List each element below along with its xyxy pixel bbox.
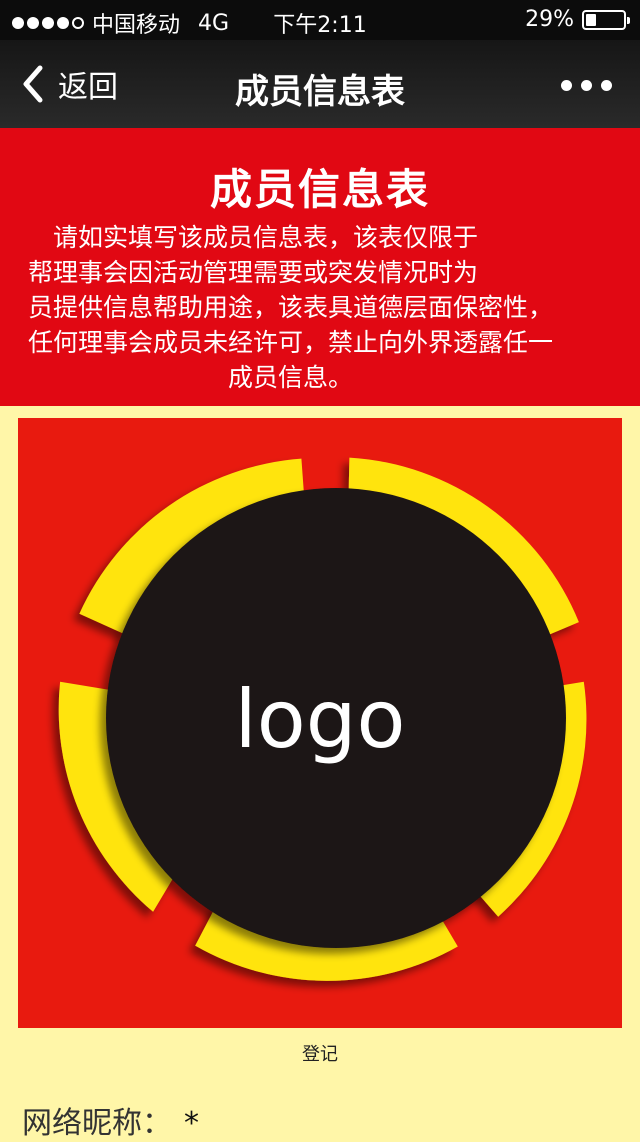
status-right: 29% [525, 7, 630, 32]
navigation-bar: 返回 成员信息表 [0, 40, 640, 128]
battery-percent: 29% [525, 7, 574, 32]
page-title: 成员信息表 [235, 72, 405, 112]
battery-icon [582, 9, 630, 30]
header-banner: 成员信息表 请如实填写该成员信息表，该表仅限于 帮理事会因活动管理需要或突发情况… [0, 128, 640, 406]
banner-title: 成员信息表 [209, 165, 430, 214]
logo-image: logo [18, 418, 622, 1028]
battery-level [586, 13, 597, 26]
image-caption: 登记 [302, 1044, 338, 1065]
status-bar: 中国移动 4G 下午2:11 29% [0, 0, 640, 40]
banner-description: 请如实填写该成员信息表，该表仅限于 帮理事会因活动管理需要或突发情况时为 员提供… [28, 223, 554, 392]
nickname-field-label: 网络昵称： * [22, 1098, 199, 1142]
logo-text: logo [234, 673, 406, 766]
more-dots-icon[interactable] [561, 80, 612, 91]
